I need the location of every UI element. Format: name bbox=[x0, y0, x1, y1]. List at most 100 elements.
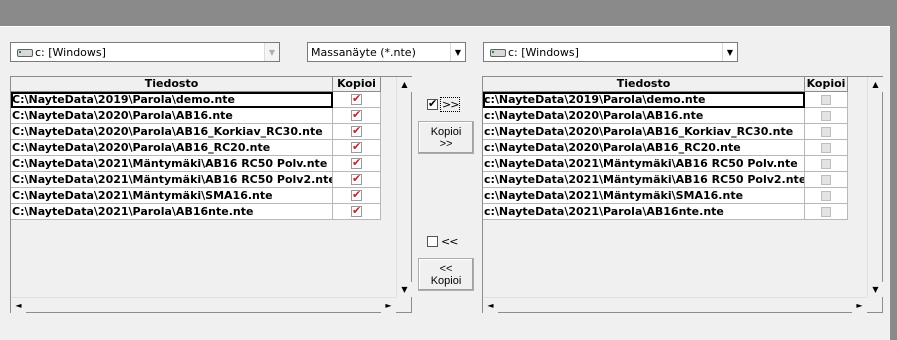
table-row[interactable]: C:\NayteData\2019\Parola\demo.nte bbox=[11, 92, 381, 108]
copy-cell[interactable] bbox=[333, 156, 381, 172]
copy-cell[interactable] bbox=[805, 204, 848, 220]
table-row[interactable]: C:\NayteData\2021\Parola\AB16nte.nte bbox=[11, 204, 381, 220]
window-right-edge bbox=[890, 26, 897, 340]
copy-cell[interactable] bbox=[805, 92, 848, 108]
table-row[interactable]: c:\NayteData\2020\Parola\AB16_Korkiav_RC… bbox=[483, 124, 848, 140]
grid-header: Tiedosto Kopioi bbox=[11, 77, 381, 92]
table-row[interactable]: C:\NayteData\2021\Mäntymäki\SMA16.nte bbox=[11, 188, 381, 204]
copy-cell[interactable] bbox=[333, 108, 381, 124]
table-row[interactable]: C:\NayteData\2020\Parola\AB16_RC20.nte bbox=[11, 140, 381, 156]
copy-checkbox[interactable] bbox=[351, 108, 362, 121]
copy-cell[interactable] bbox=[805, 172, 848, 188]
copy-cell[interactable] bbox=[333, 140, 381, 156]
table-row[interactable]: c:\NayteData\2021\Parola\AB16nte.nte bbox=[483, 204, 848, 220]
copy-checkbox[interactable] bbox=[351, 92, 362, 105]
file-path-cell[interactable]: C:\NayteData\2021\Parola\AB16nte.nte bbox=[11, 204, 333, 220]
copy-checkbox[interactable] bbox=[821, 174, 831, 185]
scroll-left-icon[interactable]: ◄ bbox=[483, 298, 498, 313]
copy-checkbox[interactable] bbox=[351, 156, 362, 169]
scroll-up-icon[interactable]: ▲ bbox=[397, 77, 412, 92]
copy-checkbox[interactable] bbox=[821, 190, 831, 201]
scroll-right-icon[interactable]: ► bbox=[381, 298, 396, 313]
copy-checkbox[interactable] bbox=[821, 142, 831, 153]
scroll-left-icon[interactable]: ◄ bbox=[11, 298, 26, 313]
copy-cell[interactable] bbox=[333, 188, 381, 204]
file-path-cell[interactable]: C:\NayteData\2019\Parola\demo.nte bbox=[11, 92, 333, 108]
file-path-cell[interactable]: C:\NayteData\2020\Parola\AB16_RC20.nte bbox=[11, 140, 333, 156]
table-row[interactable]: C:\NayteData\2020\Parola\AB16.nte bbox=[11, 108, 381, 124]
drive-icon bbox=[489, 47, 506, 57]
vertical-scrollbar[interactable]: ▲ ▼ bbox=[867, 77, 883, 297]
copy-cell[interactable] bbox=[805, 140, 848, 156]
file-path-cell[interactable]: C:\NayteData\2021\Mäntymäki\AB16 RC50 Po… bbox=[11, 156, 333, 172]
file-path-cell[interactable]: C:\NayteData\2021\Mäntymäki\AB16 RC50 Po… bbox=[11, 172, 333, 188]
checkbox-box[interactable] bbox=[427, 97, 438, 110]
column-header-file[interactable]: Tiedosto bbox=[483, 77, 805, 92]
column-header-file[interactable]: Tiedosto bbox=[11, 77, 333, 92]
file-path-cell[interactable]: c:\NayteData\2020\Parola\AB16_RC20.nte bbox=[483, 140, 805, 156]
copy-forward-button[interactable]: Kopioi >> bbox=[418, 121, 474, 154]
table-row[interactable]: c:\NayteData\2019\Parola\demo.nte bbox=[483, 92, 848, 108]
left-drive-select[interactable]: c: [Windows] ▼ bbox=[10, 42, 280, 62]
back-checkbox[interactable]: << bbox=[427, 235, 458, 248]
horizontal-scrollbar[interactable]: ◄ ► bbox=[483, 297, 867, 313]
chevron-down-icon[interactable]: ▼ bbox=[264, 43, 279, 61]
copy-cell[interactable] bbox=[805, 188, 848, 204]
grid-header: Tiedosto Kopioi bbox=[483, 77, 848, 92]
drive-icon bbox=[16, 47, 33, 57]
copy-checkbox[interactable] bbox=[821, 126, 831, 137]
copy-checkbox[interactable] bbox=[821, 158, 831, 169]
file-path-cell[interactable]: c:\NayteData\2021\Mäntymäki\SMA16.nte bbox=[483, 188, 805, 204]
file-path-cell[interactable]: c:\NayteData\2021\Parola\AB16nte.nte bbox=[483, 204, 805, 220]
file-path-cell[interactable]: c:\NayteData\2021\Mäntymäki\AB16 RC50 Po… bbox=[483, 172, 805, 188]
right-drive-select[interactable]: c: [Windows] ▼ bbox=[483, 42, 738, 62]
copy-checkbox[interactable] bbox=[351, 188, 362, 201]
target-file-grid: Tiedosto Kopioi c:\NayteData\2019\Parola… bbox=[482, 76, 883, 313]
file-path-cell[interactable]: c:\NayteData\2019\Parola\demo.nte bbox=[483, 92, 805, 108]
forward-checkbox[interactable]: >> bbox=[427, 97, 461, 112]
table-row[interactable]: C:\NayteData\2021\Mäntymäki\AB16 RC50 Po… bbox=[11, 156, 381, 172]
table-row[interactable]: c:\NayteData\2021\Mäntymäki\AB16 RC50 Po… bbox=[483, 156, 848, 172]
scroll-down-icon[interactable]: ▼ bbox=[868, 282, 883, 297]
copy-checkbox[interactable] bbox=[351, 140, 362, 153]
scroll-right-icon[interactable]: ► bbox=[852, 298, 867, 313]
column-header-copy[interactable]: Kopioi bbox=[805, 77, 848, 92]
copy-cell[interactable] bbox=[805, 108, 848, 124]
table-row[interactable]: c:\NayteData\2021\Mäntymäki\AB16 RC50 Po… bbox=[483, 172, 848, 188]
copy-cell[interactable] bbox=[333, 92, 381, 108]
file-path-cell[interactable]: C:\NayteData\2020\Parola\AB16.nte bbox=[11, 108, 333, 124]
scroll-down-icon[interactable]: ▼ bbox=[397, 282, 412, 297]
table-row[interactable]: c:\NayteData\2020\Parola\AB16_RC20.nte bbox=[483, 140, 848, 156]
table-row[interactable]: C:\NayteData\2021\Mäntymäki\AB16 RC50 Po… bbox=[11, 172, 381, 188]
copy-cell[interactable] bbox=[333, 124, 381, 140]
table-row[interactable]: C:\NayteData\2020\Parola\AB16_Korkiav_RC… bbox=[11, 124, 381, 140]
checkbox-box[interactable] bbox=[427, 236, 438, 247]
scroll-up-icon[interactable]: ▲ bbox=[868, 77, 883, 92]
chevron-down-icon[interactable]: ▼ bbox=[722, 43, 737, 61]
left-drive-value: c: [Windows] bbox=[35, 45, 106, 59]
copy-checkbox[interactable] bbox=[351, 124, 362, 137]
vertical-scrollbar[interactable]: ▲ ▼ bbox=[396, 77, 412, 297]
column-header-copy[interactable]: Kopioi bbox=[333, 77, 381, 92]
copy-checkbox[interactable] bbox=[821, 94, 831, 105]
copy-back-button[interactable]: << Kopioi bbox=[418, 258, 474, 291]
chevron-down-icon[interactable]: ▼ bbox=[450, 43, 465, 61]
copy-cell[interactable] bbox=[805, 156, 848, 172]
file-filter-select[interactable]: Massanäyte (*.nte) ▼ bbox=[307, 42, 466, 62]
file-path-cell[interactable]: c:\NayteData\2020\Parola\AB16.nte bbox=[483, 108, 805, 124]
file-path-cell[interactable]: C:\NayteData\2020\Parola\AB16_Korkiav_RC… bbox=[11, 124, 333, 140]
forward-checkbox-label: >> bbox=[439, 97, 461, 112]
horizontal-scrollbar[interactable]: ◄ ► bbox=[11, 297, 396, 313]
table-row[interactable]: c:\NayteData\2020\Parola\AB16.nte bbox=[483, 108, 848, 124]
table-row[interactable]: c:\NayteData\2021\Mäntymäki\SMA16.nte bbox=[483, 188, 848, 204]
copy-checkbox[interactable] bbox=[351, 172, 362, 185]
copy-cell[interactable] bbox=[333, 172, 381, 188]
file-path-cell[interactable]: c:\NayteData\2021\Mäntymäki\AB16 RC50 Po… bbox=[483, 156, 805, 172]
copy-cell[interactable] bbox=[333, 204, 381, 220]
file-path-cell[interactable]: c:\NayteData\2020\Parola\AB16_Korkiav_RC… bbox=[483, 124, 805, 140]
copy-cell[interactable] bbox=[805, 124, 848, 140]
copy-checkbox[interactable] bbox=[351, 204, 362, 217]
file-path-cell[interactable]: C:\NayteData\2021\Mäntymäki\SMA16.nte bbox=[11, 188, 333, 204]
copy-checkbox[interactable] bbox=[821, 206, 831, 217]
copy-checkbox[interactable] bbox=[821, 110, 831, 121]
